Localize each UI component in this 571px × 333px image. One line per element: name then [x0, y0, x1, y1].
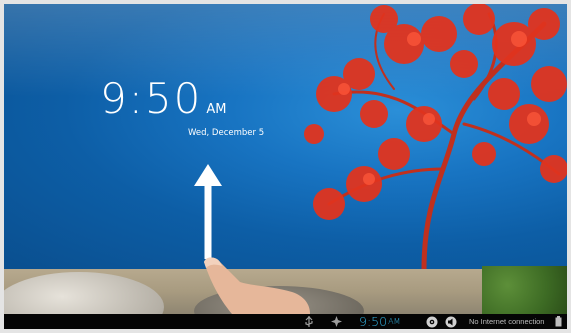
connection-status-text: No Internet connection — [469, 317, 545, 326]
lock-screen[interactable]: 9:50 AM Wed, December 5 9:50 AM No Inter… — [4, 4, 567, 329]
settings-icon[interactable] — [426, 314, 438, 329]
swipe-up-arrow-icon — [194, 164, 222, 259]
clock-ampm: AM — [206, 102, 227, 117]
system-status-bar[interactable]: 9:50 AM No Internet connection — [4, 314, 567, 329]
volume-icon[interactable] — [445, 314, 457, 329]
android-debug-icon — [331, 314, 342, 329]
status-ampm: AM — [388, 317, 401, 326]
lock-clock: 9:50 AM — [100, 78, 226, 120]
battery-icon — [555, 314, 562, 329]
tablet-frame: 9:50 AM Wed, December 5 9:50 AM No Inter… — [0, 0, 571, 333]
lock-date: Wed, December 5 — [188, 128, 265, 138]
wallpaper-plants — [482, 266, 567, 314]
finger-gesture-icon — [204, 257, 310, 314]
wallpaper-coral — [304, 4, 567, 269]
status-clock[interactable]: 9:50 AM — [359, 314, 400, 329]
clock-time: 9:50 — [100, 74, 203, 123]
status-time: 9:50 — [359, 314, 388, 329]
usb-icon — [304, 314, 314, 329]
